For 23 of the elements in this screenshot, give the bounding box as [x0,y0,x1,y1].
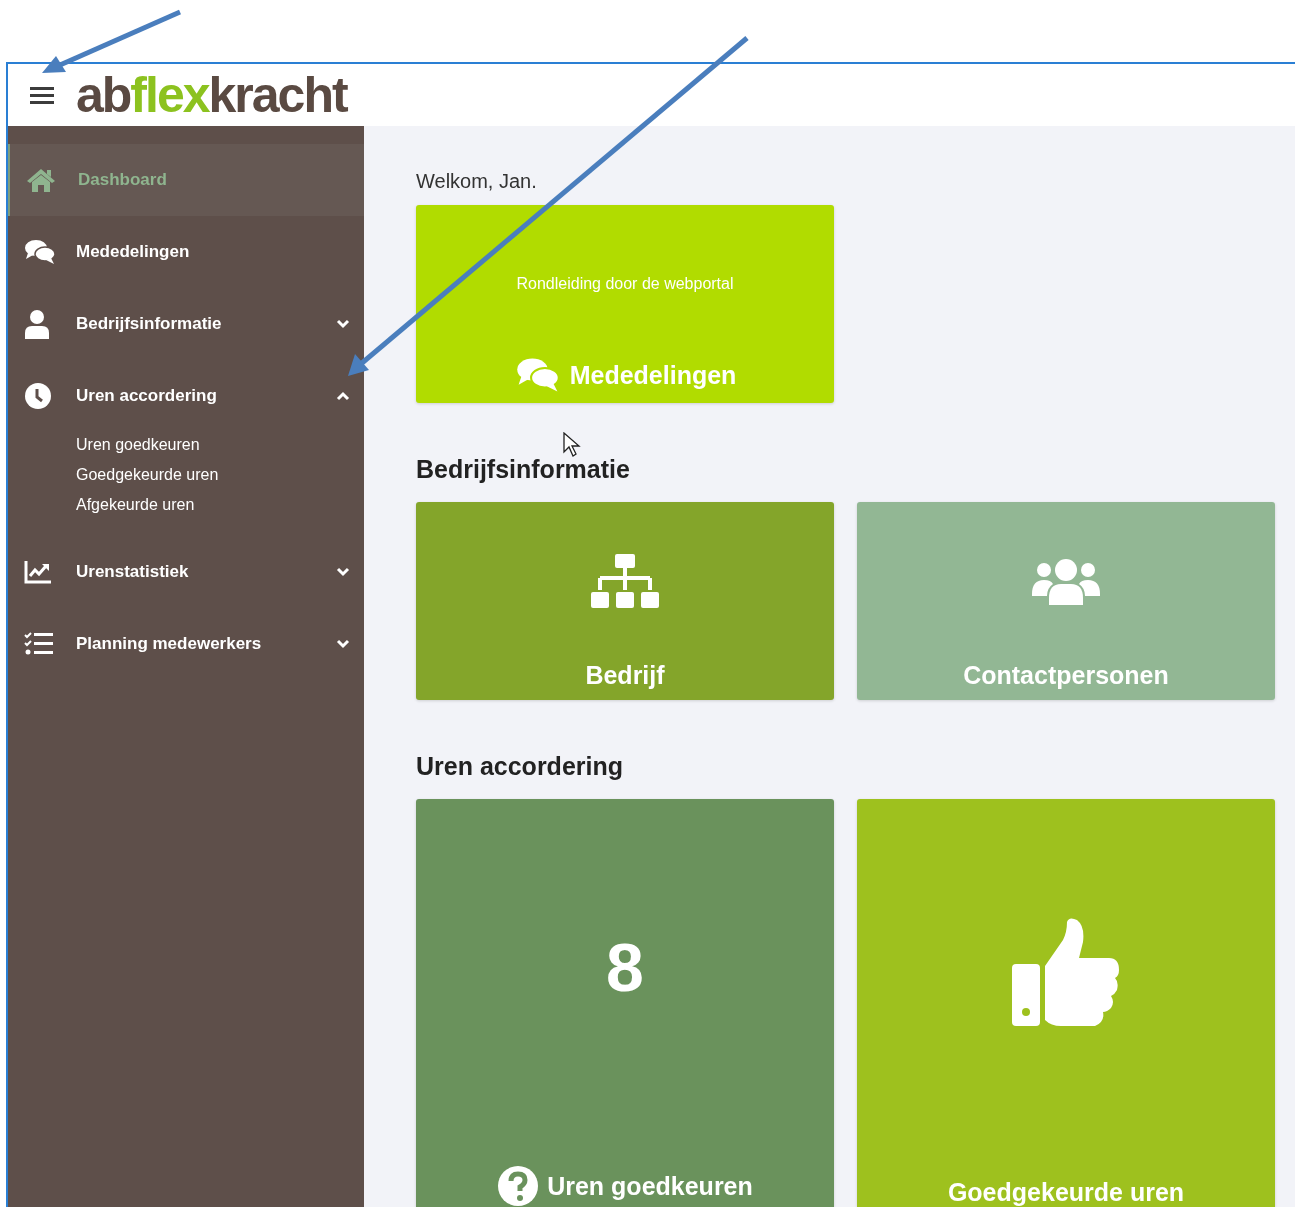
sidebar-item[interactable]: Uren accordering [8,360,364,432]
welcome-text: Welkom, Jan. [416,170,538,193]
group-icon [1031,557,1101,606]
chart-icon [24,560,52,584]
clock-icon [24,382,52,410]
submenu-link[interactable]: Afgekeurde uren [76,496,364,514]
home-icon [26,167,56,193]
section-heading: Bedrijfsinformatie [416,455,631,484]
sidebar-item[interactable]: Mededelingen [8,216,364,288]
org-chart-icon [590,553,660,610]
chat-icon [24,239,56,265]
sidebar-item[interactable]: Bedrijfsinformatie [8,288,364,360]
user-icon [24,309,50,339]
submenu-link[interactable]: Goedgekeurde uren [76,466,364,484]
section-heading: Uren accordering [416,752,624,781]
checklist-icon [24,632,54,656]
sidebar-item[interactable]: Planning medewerkers [8,608,364,680]
dashboard-tile[interactable]: 8 Uren goedkeuren [416,799,834,1207]
help-icon [497,1165,540,1207]
mouse-cursor-icon [563,432,581,458]
submenu-link[interactable]: Uren goedkeuren [76,436,364,454]
logo: abflexkracht [76,66,347,124]
sidebar-item[interactable]: Urenstatistiek [8,536,364,608]
